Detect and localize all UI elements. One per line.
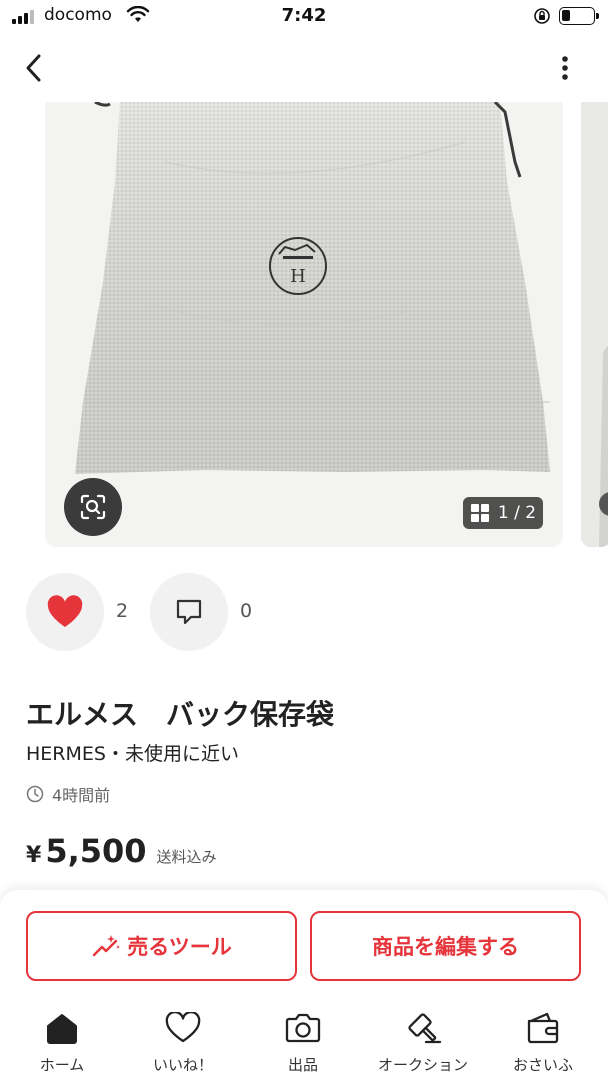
posted-time-label: 4時間前 <box>52 786 111 805</box>
next-image-preview[interactable] <box>581 102 608 547</box>
battery-icon <box>559 7 599 25</box>
comment-icon <box>176 599 202 625</box>
clock-icon <box>26 785 44 803</box>
sparkle-chart-icon <box>93 935 121 957</box>
brand-condition[interactable]: HERMES・未使用に近い <box>26 739 239 766</box>
sell-tool-button[interactable]: 売るツール <box>26 911 297 981</box>
status-time: 7:42 <box>281 5 327 26</box>
dust-bag-photo-next <box>581 102 608 547</box>
currency-symbol: ¥ <box>26 843 42 868</box>
dust-bag-photo: H <box>45 102 563 547</box>
like-button[interactable] <box>26 573 104 651</box>
heart-icon <box>165 1012 201 1043</box>
camera-icon <box>285 1013 321 1043</box>
image-counter-label: 1 / 2 <box>497 503 537 523</box>
tab-likes-label: いいね！ <box>152 1056 213 1074</box>
tab-sell-label: 出品 <box>287 1056 318 1074</box>
like-count: 2 <box>116 600 129 622</box>
item-price: 5,500 <box>45 832 147 870</box>
price-row: ¥ 5,500 送料込み <box>26 832 217 870</box>
posted-time: 4時間前 <box>26 782 110 806</box>
tab-wallet-label: おさいふ <box>512 1056 573 1074</box>
shipping-note: 送料込み <box>156 848 217 866</box>
product-image[interactable]: H <box>45 102 563 547</box>
image-counter[interactable]: 1 / 2 <box>463 497 543 529</box>
comment-button[interactable] <box>150 573 228 651</box>
gavel-icon <box>408 1013 442 1044</box>
svg-text:H: H <box>290 266 306 287</box>
visual-search-button[interactable] <box>64 478 122 536</box>
tab-likes[interactable]: いいね！ <box>125 1008 241 1078</box>
comment-count: 0 <box>240 600 253 622</box>
tab-bar: ホーム いいね！ 出品 オークション おさいふ <box>0 1000 608 1080</box>
tab-wallet[interactable]: おさいふ <box>485 1008 601 1078</box>
sell-tool-label: 売るツール <box>127 935 232 959</box>
tab-auction[interactable]: オークション <box>365 1008 481 1078</box>
back-button[interactable] <box>18 50 48 86</box>
home-icon <box>47 1014 77 1044</box>
more-options-button[interactable] <box>552 50 578 86</box>
tab-home[interactable]: ホーム <box>4 1008 120 1078</box>
tab-home-label: ホーム <box>39 1056 85 1074</box>
rotation-lock-icon <box>534 8 550 24</box>
status-bar: docomo 7:42 <box>0 0 608 34</box>
vertical-dots-icon <box>562 56 568 80</box>
image-search-icon <box>80 494 106 520</box>
tab-auction-label: オークション <box>377 1056 468 1074</box>
tab-sell[interactable]: 出品 <box>245 1008 361 1078</box>
grid-icon <box>470 504 489 522</box>
chevron-left-icon <box>26 54 41 82</box>
edit-item-label: 商品を編集する <box>372 935 519 959</box>
edit-item-button[interactable]: 商品を編集する <box>310 911 581 981</box>
heart-filled-icon <box>47 595 83 627</box>
wallet-icon <box>527 1012 559 1044</box>
item-title: エルメス バック保存袋 <box>26 698 335 731</box>
